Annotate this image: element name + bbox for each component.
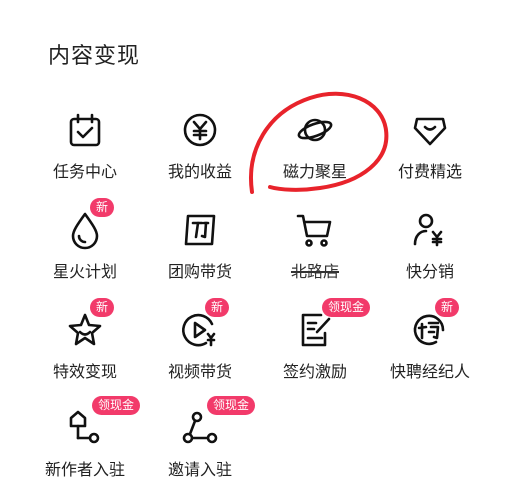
shopping-cart-icon	[295, 210, 335, 250]
feature-label: 磁力聚星	[282, 162, 347, 181]
feature-item-task-center[interactable]: 任务中心	[30, 110, 140, 200]
feature-label: 付费精选	[397, 162, 462, 181]
feature-item-my-earnings[interactable]: 我的收益	[145, 110, 255, 200]
planet-icon	[295, 110, 335, 150]
group-buy-icon	[180, 210, 220, 250]
feature-label: 视频带货	[167, 362, 232, 381]
feature-item-magnetic-star[interactable]: 磁力聚星	[260, 110, 370, 200]
new-badge: 新	[205, 298, 230, 317]
feature-item-spark-plan[interactable]: 新 星火计划	[30, 198, 140, 300]
feature-item-invite-join[interactable]: 领现金 邀请入驻	[145, 396, 256, 498]
feature-label: 签约激励	[282, 362, 347, 381]
new-badge: 新	[435, 298, 460, 317]
user-yen-icon	[410, 210, 450, 250]
new-badge: 新	[90, 298, 115, 317]
feature-item-quick-recruit-agent[interactable]: 新 快聘经纪人	[375, 298, 485, 400]
feature-item-video-sales[interactable]: 新 视频带货	[145, 298, 255, 400]
feature-label: 北路店	[290, 262, 339, 281]
feature-item-store[interactable]: 北路店	[260, 210, 370, 300]
yen-coin-icon	[180, 110, 220, 150]
cash-reward-badge: 领现金	[92, 396, 141, 415]
feature-item-new-author[interactable]: 领现金 新作者入驻	[30, 396, 141, 498]
feature-item-group-buy[interactable]: 团购带货	[145, 210, 255, 300]
feature-item-effect-monetize[interactable]: 新 特效变现	[30, 298, 140, 400]
feature-label: 星火计划	[52, 262, 117, 281]
new-badge: 新	[90, 198, 115, 217]
feature-label: 快聘经纪人	[389, 362, 470, 381]
feature-label: 我的收益	[167, 162, 232, 181]
calendar-check-icon	[65, 110, 105, 150]
feature-label: 任务中心	[52, 162, 117, 181]
diamond-icon	[410, 110, 450, 150]
feature-label: 快分销	[405, 262, 454, 281]
feature-item-paid-selection[interactable]: 付费精选	[375, 110, 485, 200]
feature-label: 团购带货	[167, 262, 232, 281]
feature-item-quick-distribution[interactable]: 快分销	[375, 210, 485, 300]
feature-label: 新作者入驻	[44, 460, 125, 479]
feature-grid: 任务中心 我的收益 磁力聚星 付费精选 新 星火计划 团购带货 北路店 快分销 …	[0, 0, 514, 500]
cash-reward-badge: 领现金	[322, 298, 371, 317]
feature-label: 特效变现	[52, 362, 117, 381]
feature-label: 邀请入驻	[167, 460, 232, 479]
cash-reward-badge: 领现金	[207, 396, 256, 415]
feature-item-signing-incentive[interactable]: 领现金 签约激励	[260, 298, 371, 400]
